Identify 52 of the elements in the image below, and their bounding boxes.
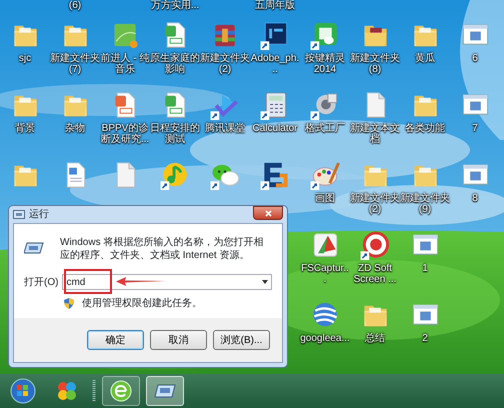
dialog-button[interactable]: 浏览(B)... xyxy=(213,330,270,350)
desktop-item[interactable]: 背景 xyxy=(0,90,50,134)
admin-note: 使用管理权限创建此任务。 xyxy=(82,296,202,311)
caret-icon xyxy=(262,280,268,284)
dialog-button[interactable]: 确定 xyxy=(87,330,144,350)
grip-icon xyxy=(92,380,96,402)
taskbar-button[interactable] xyxy=(146,376,184,406)
run-icon xyxy=(13,210,25,219)
desktop-item[interactable]: 新建文本文档 xyxy=(350,90,400,145)
desktop-item[interactable]: 2 xyxy=(400,300,450,344)
command-field[interactable]: cmd xyxy=(62,274,272,290)
desktop-item[interactable]: 各类功能 xyxy=(400,90,450,134)
desktop-item[interactable]: 8 xyxy=(450,160,500,204)
desktop-item[interactable]: FSCaptur... xyxy=(300,230,350,285)
desktop-item[interactable]: 新建文件夹 (2) xyxy=(350,160,400,215)
desktop-item[interactable]: 原生家庭的影响 xyxy=(150,20,200,75)
desktop-item[interactable]: 6 xyxy=(450,20,500,64)
desktop-item[interactable]: BPPV的诊断及研究... xyxy=(100,90,150,145)
description-text: Windows 将根据您所输入的名称，为您打开相应的程序、文件夹、文档或 Internet 资源。 xyxy=(60,236,264,262)
desktop-item[interactable]: 总结 xyxy=(350,300,400,344)
icon-label: 五周年版 xyxy=(255,0,295,13)
desktop-item[interactable]: 前进人 - 纯音乐 xyxy=(100,20,150,75)
desktop-item[interactable]: sjc xyxy=(0,20,50,64)
run-icon xyxy=(24,242,44,254)
desktop-item[interactable]: 新建文件夹 (7) xyxy=(50,20,100,75)
desktop-item[interactable]: 新建文件夹 (9) xyxy=(400,160,450,215)
desktop-item[interactable]: 按键精灵 2014 xyxy=(300,20,350,75)
desktop-item[interactable]: 格式工厂 xyxy=(300,90,350,134)
close-button[interactable] xyxy=(253,206,283,220)
desktop-item[interactable]: googleea... xyxy=(300,300,350,344)
desktop-item[interactable]: 黄瓜 xyxy=(400,20,450,64)
shield-icon xyxy=(64,298,74,309)
icon-label: (6) xyxy=(68,0,82,13)
browser-icon xyxy=(110,380,132,402)
windows-logo-icon xyxy=(10,378,36,404)
desktop-item[interactable]: 日程安排的测试 xyxy=(150,90,200,145)
field-label: 打开(O) xyxy=(24,276,58,290)
run-icon xyxy=(154,384,176,398)
desktop-item[interactable]: 新建文件夹 (8) xyxy=(350,20,400,75)
desktop-item[interactable]: 画图 xyxy=(300,160,350,204)
desktop-item[interactable]: 杂物 xyxy=(50,90,100,134)
desktop-item[interactable]: ZD Soft Screen ... xyxy=(350,230,400,285)
taskbar-button[interactable] xyxy=(102,376,140,406)
desktop-item[interactable]: 7 xyxy=(450,90,500,134)
app-icon xyxy=(56,380,78,402)
desktop-item[interactable]: Calculator xyxy=(250,90,300,134)
dialog-button[interactable]: 取消 xyxy=(150,330,207,350)
window-title: 运行 xyxy=(29,208,49,222)
desktop-item[interactable]: 1 xyxy=(400,230,450,274)
desktop-item[interactable]: Adobe_ph... xyxy=(250,20,300,75)
close-icon xyxy=(264,210,272,218)
desktop-item[interactable]: 新建文件夹 (2) xyxy=(200,20,250,75)
